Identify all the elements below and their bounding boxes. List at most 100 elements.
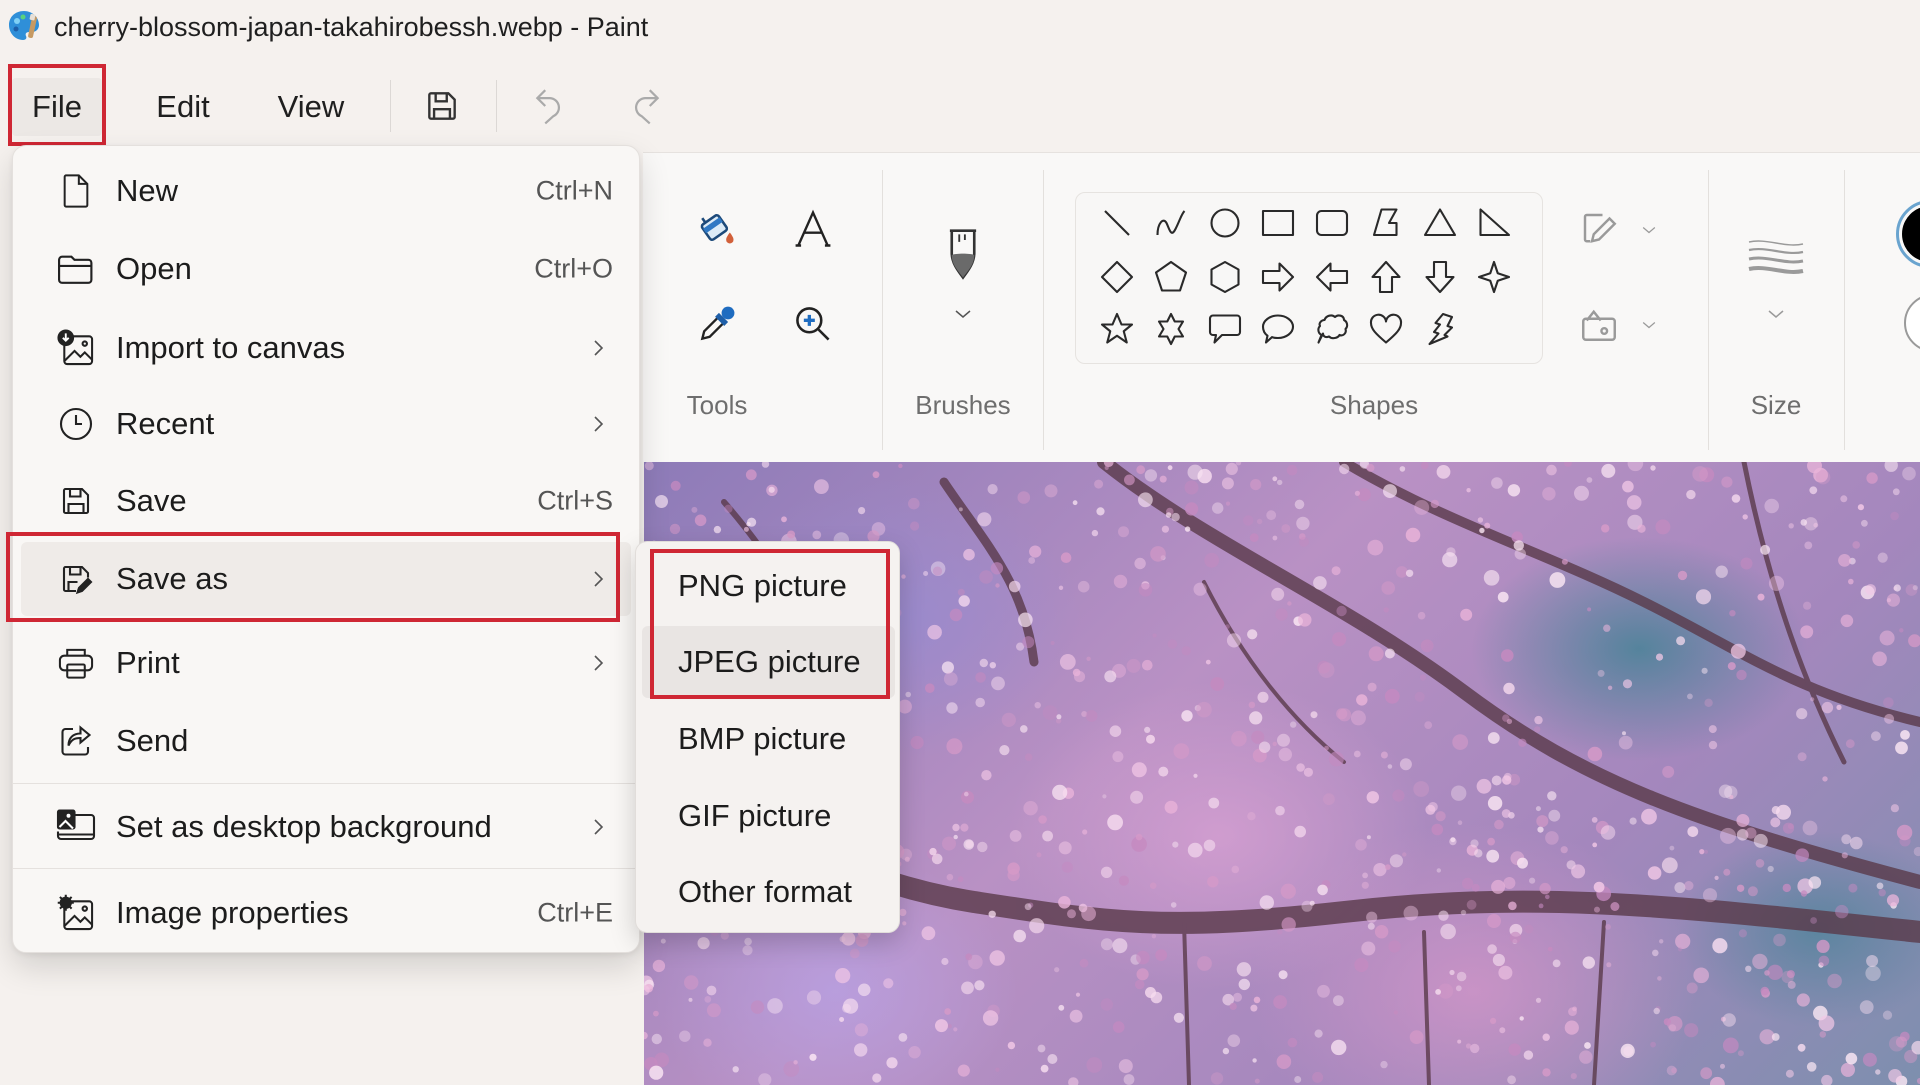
image-properties-icon	[55, 892, 97, 934]
menu-item-png-picture[interactable]: PNG picture	[642, 550, 895, 622]
shape-hexagon[interactable]	[1203, 255, 1247, 299]
menu-item-recent[interactable]: Recent	[21, 387, 631, 461]
shape-rounded-rectangle[interactable]	[1310, 201, 1354, 245]
menu-item-open[interactable]: Open Ctrl+O	[21, 232, 631, 306]
blossom	[1222, 1047, 1230, 1055]
menu-file[interactable]: File	[12, 78, 102, 136]
shape-oval-callout[interactable]	[1256, 307, 1300, 351]
blossom	[1503, 682, 1515, 695]
text-tool-button[interactable]	[788, 206, 838, 256]
shape-fill-icon	[1578, 303, 1620, 350]
shape-left-arrow[interactable]	[1310, 255, 1354, 299]
blossom	[1414, 500, 1430, 515]
blossom	[806, 990, 822, 1005]
shape-curve[interactable]	[1149, 201, 1193, 245]
menu-item-gif-picture[interactable]: GIF picture	[642, 780, 895, 852]
shape-heart[interactable]	[1364, 307, 1408, 351]
shape-fill-dropdown[interactable]	[1637, 314, 1661, 338]
shape-rectangular-callout[interactable]	[1203, 307, 1247, 351]
undo-button[interactable]	[522, 80, 578, 136]
blossom	[1871, 731, 1881, 742]
blossom	[1281, 524, 1291, 533]
blossom	[975, 697, 985, 708]
blossom	[1501, 809, 1511, 818]
menu-item-save-as[interactable]: Save as	[21, 542, 631, 616]
shape-fill-button[interactable]	[1574, 301, 1624, 351]
menu-item-bmp-picture[interactable]: BMP picture	[642, 703, 895, 775]
blossom	[1100, 938, 1113, 951]
blossom	[943, 672, 958, 686]
blossom	[1745, 965, 1752, 972]
size-button[interactable]	[1748, 235, 1804, 285]
menu-item-set-as-desktop-background[interactable]: Set as desktop background	[21, 790, 631, 864]
menu-edit[interactable]: Edit	[138, 78, 228, 136]
magnifier-button[interactable]	[788, 301, 838, 351]
blossom	[1123, 1074, 1135, 1085]
blossom	[991, 676, 1005, 691]
shape-right-triangle[interactable]	[1472, 201, 1516, 245]
menu-item-save[interactable]: Save Ctrl+S	[21, 464, 631, 538]
shape-polygon[interactable]	[1364, 201, 1408, 245]
clock-icon	[55, 403, 97, 445]
brushes-dropdown[interactable]	[951, 304, 975, 328]
blossom	[1317, 884, 1328, 896]
blossom	[908, 1046, 921, 1059]
blossom	[1058, 1004, 1065, 1011]
shape-pentagon[interactable]	[1149, 255, 1193, 299]
ribbon-separator	[1708, 170, 1709, 450]
blossom	[653, 1010, 659, 1017]
redo-button[interactable]	[617, 80, 673, 136]
blossom	[1564, 1020, 1579, 1035]
blossom	[1173, 1012, 1184, 1023]
menu-item-send[interactable]: Send	[21, 704, 631, 778]
menu-item-other-format[interactable]: Other format	[642, 856, 895, 928]
shape-line[interactable]	[1095, 201, 1139, 245]
blossom	[1425, 804, 1436, 815]
shape-lightning[interactable]	[1418, 307, 1462, 351]
save-button[interactable]	[414, 80, 470, 136]
color-picker-button[interactable]	[692, 301, 742, 351]
blossom	[1736, 669, 1747, 681]
shape-cloud-callout[interactable]	[1310, 307, 1354, 351]
shape-outline-dropdown[interactable]	[1637, 219, 1661, 243]
blossom	[1622, 480, 1634, 493]
shape-six-point-star[interactable]	[1149, 307, 1193, 351]
brushes-button[interactable]	[938, 228, 988, 282]
shape-five-point-star[interactable]	[1095, 307, 1139, 351]
fill-tool-button[interactable]	[692, 204, 742, 254]
blossom	[1816, 939, 1830, 953]
blossom	[1840, 495, 1848, 503]
blossom	[1808, 876, 1822, 889]
blossom	[1112, 938, 1128, 954]
chevron-right-icon	[587, 652, 609, 674]
shape-rectangle[interactable]	[1256, 201, 1300, 245]
blossom	[990, 562, 1004, 575]
shape-right-arrow[interactable]	[1256, 255, 1300, 299]
blossom	[995, 583, 1000, 588]
shape-up-arrow[interactable]	[1364, 255, 1408, 299]
menu-item-image-properties[interactable]: Image properties Ctrl+E	[21, 876, 631, 950]
blossom	[1207, 876, 1219, 888]
blossom	[927, 624, 942, 640]
blossom	[1699, 849, 1705, 855]
shape-diamond[interactable]	[1095, 255, 1139, 299]
blossom	[684, 975, 699, 990]
shape-triangle[interactable]	[1418, 201, 1462, 245]
menu-item-import-to-canvas[interactable]: Import to canvas	[21, 311, 631, 385]
blossom	[732, 1066, 739, 1073]
shape-four-point-star[interactable]	[1472, 255, 1516, 299]
blossom	[1257, 691, 1269, 703]
shape-oval[interactable]	[1203, 201, 1247, 245]
menu-item-new[interactable]: New Ctrl+N	[21, 154, 631, 228]
menu-view[interactable]: View	[262, 78, 360, 136]
blossom	[1787, 980, 1796, 989]
blossom	[1332, 632, 1347, 647]
blossom	[1104, 670, 1117, 683]
menu-item-jpeg-picture[interactable]: JPEG picture	[642, 626, 895, 698]
shape-outline-button[interactable]	[1574, 206, 1624, 256]
menu-item-label: BMP picture	[678, 721, 847, 756]
size-dropdown[interactable]	[1764, 304, 1788, 328]
blossom	[1878, 889, 1886, 897]
menu-item-print[interactable]: Print	[21, 626, 631, 700]
shape-down-arrow[interactable]	[1418, 255, 1462, 299]
